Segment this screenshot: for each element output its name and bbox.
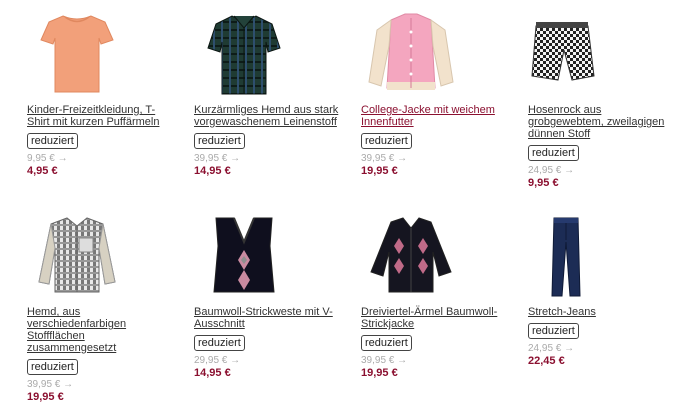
skirt-shorts-icon (531, 22, 595, 81)
reduced-badge: reduziert (194, 133, 245, 149)
cardigan-icon (370, 217, 452, 293)
product-name-link[interactable]: Dreiviertel-Ärmel Baumwoll-Strickjacke (361, 306, 509, 330)
jacket-icon (368, 13, 454, 90)
reduced-badge: reduziert (361, 335, 412, 351)
product-card: Kinder-Freizeitkleidung, T-Shirt mit kur… (27, 10, 187, 178)
product-grid: Kinder-Freizeitkleidung, T-Shirt mit kur… (0, 0, 680, 419)
sale-price: 14,95 € (194, 367, 231, 379)
tshirt-icon (40, 15, 114, 93)
reduced-badge: reduziert (528, 145, 579, 161)
product-name-link[interactable]: Stretch-Jeans (528, 306, 676, 318)
old-price: 29,95 € → (194, 355, 241, 366)
product-card: Hosenrock aus grobgewebtem, zweilagigen … (528, 10, 680, 190)
sale-price: 19,95 € (361, 367, 398, 379)
vest-icon (213, 217, 275, 293)
product-card: Stretch-Jeans reduziert 24,95 € → 22,45 … (528, 212, 680, 368)
product-image-tshirt[interactable] (27, 10, 137, 100)
sale-price: 19,95 € (361, 165, 398, 177)
old-price: 39,95 € → (361, 153, 408, 164)
reduced-badge: reduziert (361, 133, 412, 149)
sale-price: 9,95 € (528, 177, 559, 189)
sale-price: 14,95 € (194, 165, 231, 177)
product-card: Baumwoll-Strickweste mit V-Ausschnitt re… (194, 212, 354, 380)
product-card: Hemd, aus verschiedenfarbigen Stofffläch… (27, 212, 187, 404)
old-price: 39,95 € → (361, 355, 408, 366)
product-name-link[interactable]: College-Jacke mit weichem Innenfutter (361, 104, 509, 128)
product-card: College-Jacke mit weichem Innenfutter re… (361, 10, 521, 178)
old-price: 9,95 € → (27, 153, 68, 164)
product-name-link[interactable]: Hosenrock aus grobgewebtem, zweilagigen … (528, 104, 676, 140)
old-price: 39,95 € → (194, 153, 241, 164)
product-image-vest[interactable] (194, 212, 304, 302)
reduced-badge: reduziert (528, 323, 579, 339)
sale-price: 19,95 € (27, 391, 64, 403)
sale-price: 4,95 € (27, 165, 58, 177)
product-image-jeans[interactable] (528, 212, 638, 302)
sale-price: 22,45 € (528, 355, 565, 367)
product-name-link[interactable]: Hemd, aus verschiedenfarbigen Stofffläch… (27, 306, 175, 354)
product-image-jacket[interactable] (361, 10, 471, 100)
product-name-link[interactable]: Kinder-Freizeitkleidung, T-Shirt mit kur… (27, 104, 175, 128)
product-image-shirt[interactable] (27, 212, 137, 302)
product-image-shirt[interactable] (194, 10, 304, 100)
reduced-badge: reduziert (194, 335, 245, 351)
product-image-skirt[interactable] (528, 10, 638, 100)
jeans-icon (551, 217, 581, 297)
old-price: 39,95 € → (27, 379, 74, 390)
product-name-link[interactable]: Kurzärmliges Hemd aus stark vorgewaschen… (194, 104, 342, 128)
product-card: Dreiviertel-Ärmel Baumwoll-Strickjacke r… (361, 212, 521, 380)
reduced-badge: reduziert (27, 133, 78, 149)
reduced-badge: reduziert (27, 359, 78, 375)
product-image-cardigan[interactable] (361, 212, 471, 302)
product-name-link[interactable]: Baumwoll-Strickweste mit V-Ausschnitt (194, 306, 342, 330)
shirt-icon (207, 15, 281, 95)
shirt-icon (38, 217, 116, 293)
old-price: 24,95 € → (528, 343, 575, 354)
product-card: Kurzärmliges Hemd aus stark vorgewaschen… (194, 10, 354, 178)
old-price: 24,95 € → (528, 165, 575, 176)
